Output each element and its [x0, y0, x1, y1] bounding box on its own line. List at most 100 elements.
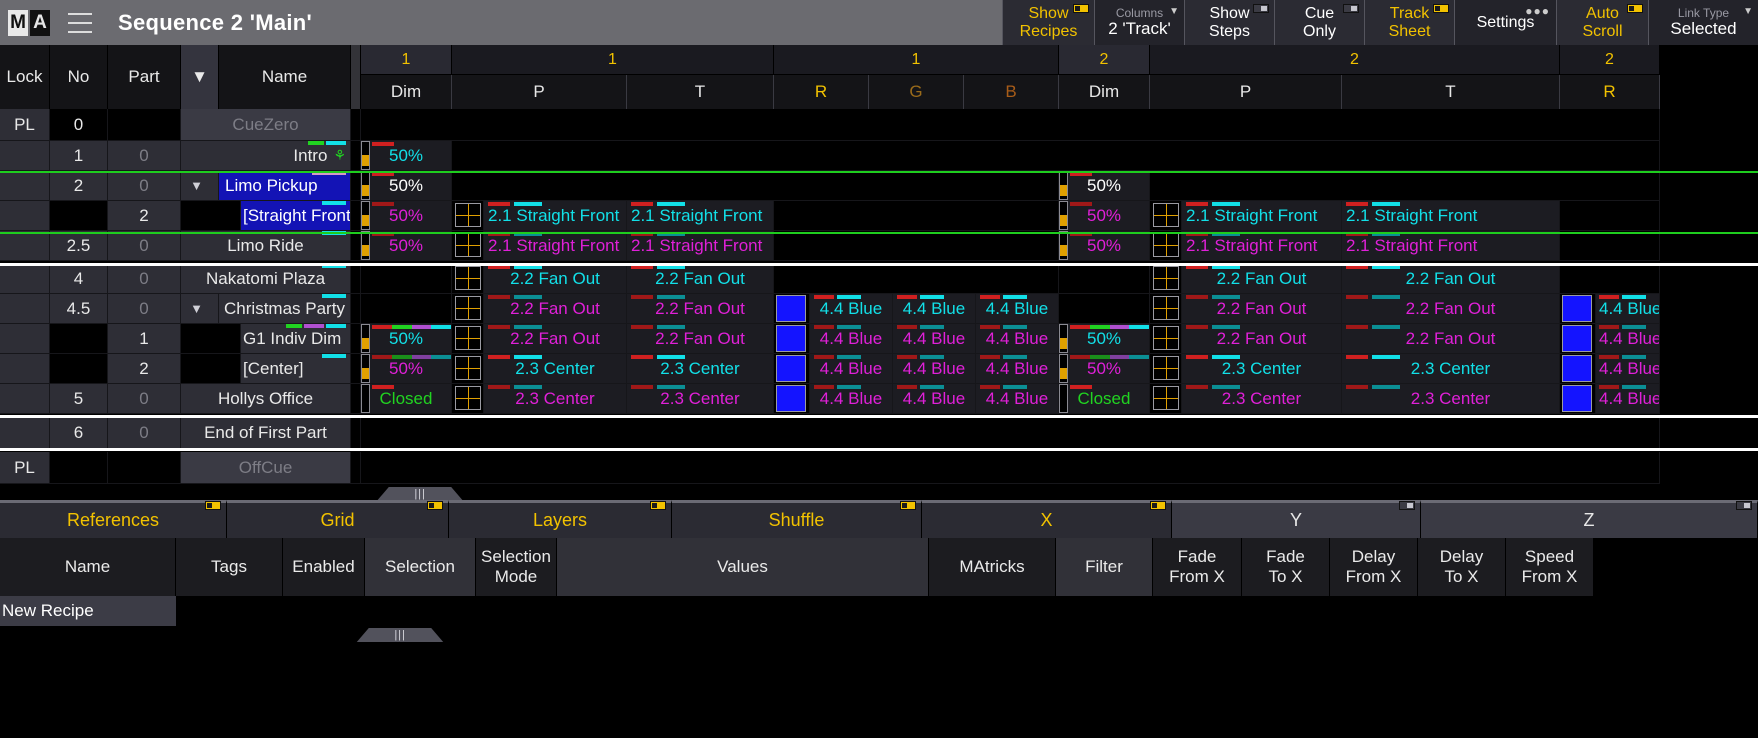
- cell-dim-1[interactable]: 50%: [361, 141, 452, 171]
- cell-crossfade[interactable]: [452, 324, 484, 354]
- cell-p-1[interactable]: 2.1 Straight Front: [484, 201, 627, 231]
- hamburger-icon[interactable]: [68, 13, 92, 33]
- table-row[interactable]: 2 0 ▼ Limo Pickup 50% 50%: [0, 171, 1758, 201]
- cell-color-swatch[interactable]: [774, 324, 810, 354]
- row-name[interactable]: [Straight Front: [241, 201, 351, 231]
- row-lock[interactable]: [0, 201, 50, 231]
- row-no[interactable]: 4.5: [50, 294, 108, 324]
- show-recipes-button[interactable]: Show Recipes: [1002, 0, 1094, 45]
- cell-dim-2[interactable]: 50%: [1059, 171, 1150, 201]
- cell-p-2[interactable]: 2.3 Center: [1182, 354, 1342, 384]
- cell-dim-1[interactable]: Closed: [361, 384, 452, 414]
- cell-r-2[interactable]: 4.4 Blue: [1596, 324, 1660, 354]
- row-lock[interactable]: [0, 384, 50, 414]
- recipe-row[interactable]: New Recipe: [0, 596, 1758, 626]
- cell-b-1[interactable]: 4.4 Blue: [976, 324, 1059, 354]
- show-steps-button[interactable]: Show Steps: [1184, 0, 1274, 45]
- group-num[interactable]: 2: [1150, 45, 1560, 75]
- row-name[interactable]: Nakatomi Plaza: [181, 264, 351, 294]
- cell-r-2[interactable]: 4.4 Blue: [1596, 354, 1660, 384]
- cell-color-swatch-2[interactable]: [1560, 354, 1596, 384]
- track-sheet-button[interactable]: Track Sheet: [1364, 0, 1454, 45]
- link-type-select[interactable]: ▼ Link Type Selected: [1648, 0, 1758, 45]
- row-expander[interactable]: [181, 201, 241, 231]
- colhdr-matricks[interactable]: MAtricks: [929, 538, 1056, 596]
- cell-crossfade-2[interactable]: [1150, 231, 1182, 261]
- cell-r-2[interactable]: [1560, 264, 1660, 294]
- row-expander[interactable]: ▼: [181, 171, 219, 201]
- colhdr-fade-to-x[interactable]: Fade To X: [1242, 538, 1330, 596]
- cell-p-1[interactable]: 2.3 Center: [484, 384, 627, 414]
- cell-dim-1[interactable]: [361, 294, 452, 324]
- row-lock[interactable]: [0, 324, 50, 354]
- table-row[interactable]: PL OffCue: [0, 452, 1758, 484]
- row-expander[interactable]: [181, 354, 241, 384]
- row-part[interactable]: [108, 109, 181, 141]
- row-lock[interactable]: [0, 264, 50, 294]
- cell-t-2[interactable]: 2.2 Fan Out: [1342, 294, 1560, 324]
- table-row[interactable]: 6 0 End of First Part: [0, 417, 1758, 449]
- header-part[interactable]: Part: [108, 45, 181, 109]
- settings-button[interactable]: ●●● Settings: [1454, 0, 1556, 45]
- cell-p-2[interactable]: 2.1 Straight Front: [1182, 231, 1342, 261]
- cell-g-1[interactable]: 4.4 Blue: [893, 384, 976, 414]
- cell-p-2[interactable]: 2.1 Straight Front: [1182, 201, 1342, 231]
- row-part[interactable]: 0: [108, 384, 181, 414]
- table-row[interactable]: 1 0 Intro ⚘ 50%: [0, 141, 1758, 171]
- colhdr-selection[interactable]: Selection: [365, 538, 476, 596]
- row-lock[interactable]: [0, 354, 50, 384]
- cell-b-1[interactable]: 4.4 Blue: [976, 354, 1059, 384]
- table-row[interactable]: 2.5 0 Limo Ride 50% 2.1 Straight Front 2…: [0, 231, 1758, 261]
- group-num[interactable]: 2: [1560, 45, 1660, 75]
- row-part[interactable]: 0: [108, 417, 181, 449]
- cell-b-1[interactable]: 4.4 Blue: [976, 384, 1059, 414]
- subheader-t[interactable]: T: [1342, 75, 1560, 109]
- table-row[interactable]: 4.5 0 ▼ Christmas Party 2.2 Fan Out 2.2 …: [0, 294, 1758, 324]
- cell-r-2[interactable]: 4.4 Blue: [1596, 294, 1660, 324]
- cell-dim-1[interactable]: 50%: [361, 201, 452, 231]
- row-name[interactable]: Christmas Party: [219, 294, 351, 324]
- cell-rgb-1[interactable]: [774, 201, 1059, 231]
- cell-color-swatch-2[interactable]: [1560, 324, 1596, 354]
- subheader-g[interactable]: G: [869, 75, 964, 109]
- tab-y[interactable]: Y: [1172, 500, 1421, 538]
- row-name[interactable]: Hollys Office: [181, 384, 351, 414]
- colhdr-speed-from-x[interactable]: Speed From X: [1506, 538, 1594, 596]
- tab-x[interactable]: X: [922, 500, 1172, 538]
- header-lock[interactable]: Lock: [0, 45, 50, 109]
- row-name[interactable]: [Center]: [241, 354, 351, 384]
- group-num[interactable]: 1: [452, 45, 774, 75]
- row-name[interactable]: End of First Part: [181, 417, 351, 449]
- row-no[interactable]: [50, 201, 108, 231]
- subheader-dim[interactable]: Dim: [361, 75, 452, 109]
- cell-t-1[interactable]: 2.2 Fan Out: [627, 294, 774, 324]
- cell-crossfade-2[interactable]: [1150, 324, 1182, 354]
- cell-p-1[interactable]: 2.2 Fan Out: [484, 294, 627, 324]
- row-no[interactable]: [50, 324, 108, 354]
- cell-dim-1[interactable]: 50%: [361, 354, 452, 384]
- subheader-dim[interactable]: Dim: [1059, 75, 1150, 109]
- cell-t-1[interactable]: 2.3 Center: [627, 354, 774, 384]
- row-part[interactable]: 2: [108, 201, 181, 231]
- tab-layers[interactable]: Layers: [449, 500, 672, 538]
- row-name[interactable]: Limo Pickup: [219, 171, 351, 201]
- row-part[interactable]: [108, 452, 181, 484]
- row-lock[interactable]: PL: [0, 452, 50, 484]
- cell-dim-1[interactable]: [361, 264, 452, 294]
- row-part[interactable]: 0: [108, 294, 181, 324]
- cell-dim-2[interactable]: 50%: [1059, 324, 1150, 354]
- cell-dim-2[interactable]: Closed: [1059, 384, 1150, 414]
- cell-p-2[interactable]: 2.2 Fan Out: [1182, 294, 1342, 324]
- cell-crossfade-2[interactable]: [1150, 264, 1182, 294]
- cell-r-1[interactable]: 4.4 Blue: [810, 324, 893, 354]
- cell-color-swatch[interactable]: [774, 294, 810, 324]
- table-row[interactable]: 4 0 Nakatomi Plaza 2.2 Fan Out 2.2 Fan O…: [0, 264, 1758, 294]
- colhdr-values[interactable]: Values: [557, 538, 929, 596]
- cell-t-1[interactable]: 2.3 Center: [627, 384, 774, 414]
- row-no[interactable]: 1: [50, 141, 108, 171]
- group-num[interactable]: 2: [1059, 45, 1150, 75]
- row-no[interactable]: 0: [50, 109, 108, 141]
- cell-t-1[interactable]: 2.2 Fan Out: [627, 264, 774, 294]
- cell-color-swatch-2[interactable]: [1560, 384, 1596, 414]
- header-name[interactable]: Name: [219, 45, 351, 109]
